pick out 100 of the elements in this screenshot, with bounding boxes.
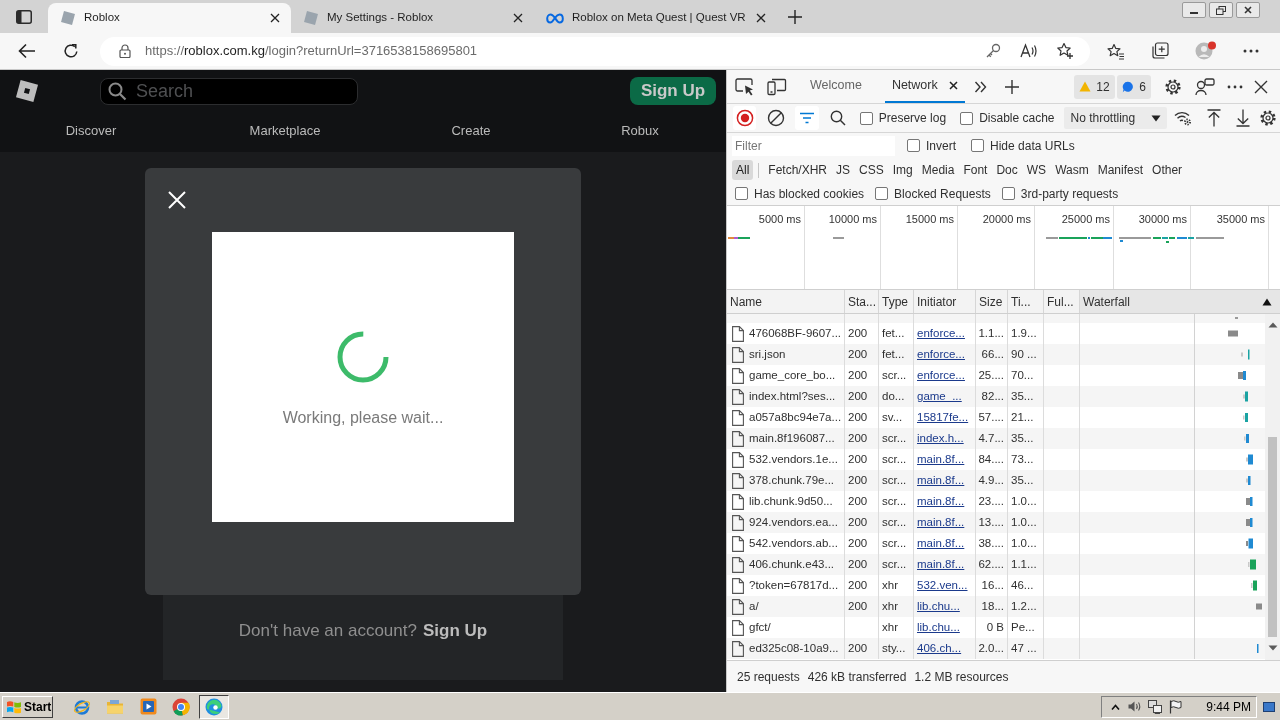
timeline-tick-label: 20000 ms <box>982 212 1031 225</box>
devtools-tab[interactable]: Network <box>884 70 965 103</box>
initiator-link[interactable]: enforce... <box>917 324 965 343</box>
filter-toggle-button[interactable] <box>795 106 819 130</box>
checkbox-label: Blocked Requests <box>894 185 991 203</box>
checkbox[interactable] <box>859 111 873 125</box>
table-cell-text: 200 <box>848 409 868 425</box>
minimize-button[interactable] <box>1182 2 1206 18</box>
initiator-link[interactable]: lib.chu... <box>917 597 960 616</box>
type-filter-button[interactable]: WS <box>1022 160 1051 180</box>
table-cell-text: 200 <box>848 577 868 593</box>
type-filter-button[interactable]: Other <box>1148 160 1187 180</box>
type-filter-button[interactable]: Wasm <box>1051 160 1093 180</box>
start-button[interactable]: Start <box>2 695 53 718</box>
column-header[interactable]: Type <box>879 290 914 313</box>
request-name: 542.vendors.ab... <box>749 535 838 551</box>
checkbox[interactable] <box>971 139 984 152</box>
messages-badge[interactable]: 6 <box>1117 74 1151 99</box>
table-cell-text: 1.1... <box>978 325 1004 341</box>
checkbox[interactable] <box>1001 187 1015 200</box>
initiator-link[interactable]: 15817fe... <box>917 408 969 427</box>
restore-button[interactable] <box>1209 2 1233 18</box>
column-header[interactable]: Size <box>976 290 1008 313</box>
type-filter-button[interactable]: Manifest <box>1093 160 1148 180</box>
type-filter-button[interactable]: All <box>732 160 754 180</box>
nav-link[interactable]: Create <box>451 121 491 141</box>
avatar-icon <box>1195 41 1217 61</box>
table-cell-text: Pe... <box>1011 619 1035 635</box>
checkbox[interactable] <box>735 187 748 200</box>
desktop-icon <box>1263 700 1275 713</box>
table-cell-text: 200 <box>848 430 868 446</box>
file-icon <box>732 388 744 405</box>
nav-link[interactable]: Robux <box>621 121 659 141</box>
sign-up-link[interactable]: Sign Up <box>422 618 488 644</box>
action-center-button[interactable] <box>1168 698 1183 715</box>
record-button[interactable] <box>733 106 757 130</box>
file-icon <box>732 556 744 573</box>
warnings-badge[interactable]: 12 <box>1074 74 1115 99</box>
browser-tab[interactable]: Roblox <box>48 3 291 33</box>
initiator-link[interactable]: enforce... <box>917 366 965 385</box>
close-icon <box>513 13 523 23</box>
initiator-link[interactable]: 532.ven... <box>917 576 968 595</box>
column-header[interactable]: Waterfall <box>1080 290 1280 313</box>
throttling-dropdown[interactable]: No throttling <box>1063 107 1168 129</box>
back-arrow-icon <box>18 43 36 59</box>
scrollbar[interactable] <box>1265 314 1280 660</box>
checkbox[interactable] <box>960 111 974 125</box>
column-header[interactable]: Initiator <box>914 290 976 313</box>
table-cell-text: 200 <box>848 514 868 530</box>
initiator-link[interactable]: index.h... <box>917 429 964 448</box>
browser-tab[interactable]: My Settings - Roblox <box>291 3 534 33</box>
column-header[interactable]: Ti... <box>1008 290 1044 313</box>
sign-up-button[interactable]: Sign Up <box>630 77 716 105</box>
column-header[interactable]: Sta... <box>845 290 879 313</box>
table-cell-text: xhr <box>882 577 898 593</box>
close-icon <box>168 191 186 209</box>
checkbox[interactable] <box>875 187 889 200</box>
checkbox-label: Invert <box>926 137 956 155</box>
initiator-link[interactable]: game_... <box>917 387 962 406</box>
initiator-link[interactable]: main.8f... <box>917 513 965 532</box>
search-field[interactable]: Search <box>100 77 358 105</box>
window-close-button[interactable] <box>1236 2 1260 18</box>
checkbox[interactable] <box>907 139 920 152</box>
table-cell-text: 23.... <box>978 493 1004 509</box>
taskbar-app-button[interactable] <box>199 694 229 719</box>
initiator-link[interactable]: main.8f... <box>917 555 965 574</box>
initiator-link[interactable]: 406.ch... <box>917 639 962 658</box>
type-filter-button[interactable]: JS <box>832 160 855 180</box>
type-filter-button[interactable]: Fetch/XHR <box>764 160 832 180</box>
type-filter-button[interactable]: Media <box>917 160 959 180</box>
modal-close-button[interactable] <box>166 189 188 211</box>
table-cell-text: sv... <box>882 409 903 425</box>
type-filter-button[interactable]: Img <box>888 160 917 180</box>
type-filter-button[interactable]: Doc <box>992 160 1022 180</box>
initiator-link[interactable]: main.8f... <box>917 534 965 553</box>
initiator-link[interactable]: lib.chu... <box>917 618 960 637</box>
request-name: a057a8bc94e7a... <box>749 409 842 425</box>
nav-link[interactable]: Discover <box>65 121 117 141</box>
table-cell-text: 35... <box>1011 388 1034 404</box>
devtools-tab[interactable]: Welcome <box>803 70 869 103</box>
initiator-link[interactable]: main.8f... <box>917 450 965 469</box>
filter-input[interactable]: Filter <box>732 135 895 156</box>
type-filter-button[interactable]: CSS <box>855 160 888 180</box>
timeline-tick-label: 15000 ms <box>905 212 954 225</box>
initiator-link[interactable]: enforce... <box>917 345 965 364</box>
column-header[interactable]: Name <box>727 290 845 313</box>
table-cell-text: 200 <box>848 388 868 404</box>
table-cell-text: 200 <box>848 451 868 467</box>
browser-tab[interactable]: Roblox on Meta Quest | Quest VR <box>534 3 777 33</box>
summary-text: 1.2 MB resources <box>914 668 1009 686</box>
address-bar[interactable]: https://roblox.com.kg/login?returnUrl=3716538158695801 <box>100 36 1090 66</box>
network-button[interactable] <box>1148 698 1163 715</box>
table-cell-text: scr... <box>882 556 907 572</box>
initiator-link[interactable]: main.8f... <box>917 492 965 511</box>
type-filter-button[interactable]: Font <box>959 160 992 180</box>
infinity-logo-icon <box>546 12 564 24</box>
table-cell-text: 200 <box>848 493 868 509</box>
nav-link[interactable]: Marketplace <box>249 121 321 141</box>
wifi-gear-icon <box>1173 110 1192 126</box>
initiator-link[interactable]: main.8f... <box>917 471 965 490</box>
